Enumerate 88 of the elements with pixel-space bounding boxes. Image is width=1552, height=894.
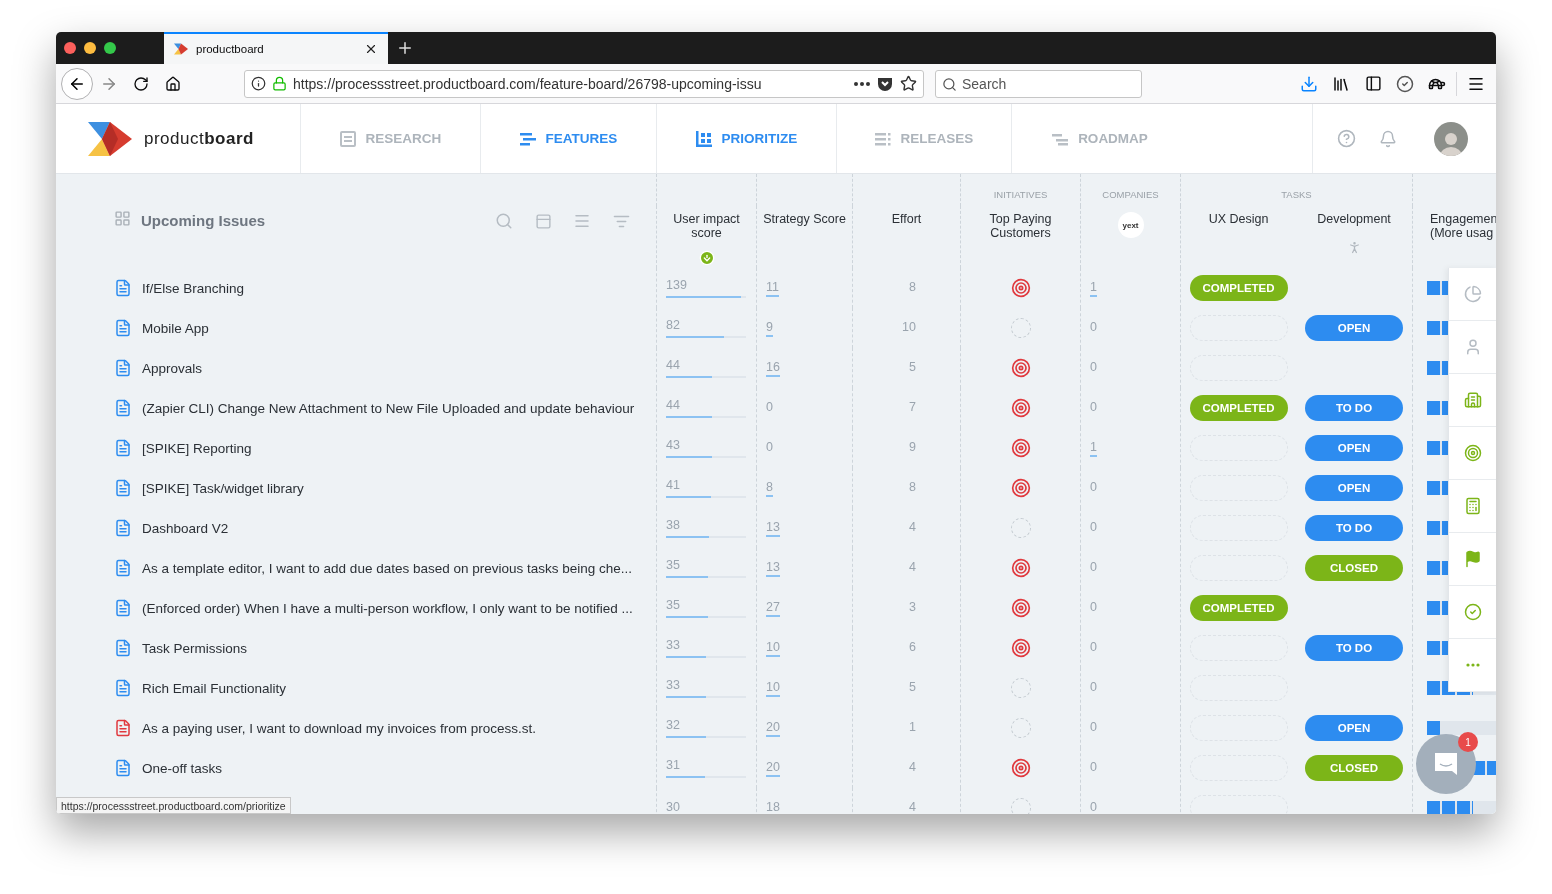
score-value: 11 xyxy=(766,279,779,297)
score-value: 10 xyxy=(766,639,780,657)
effort-value: 10 xyxy=(902,319,916,336)
browser-tab[interactable]: productboard xyxy=(164,32,388,64)
company-count: 0 xyxy=(1090,399,1097,416)
feature-name[interactable]: (Enforced order) When I have a multi-person workflow, I only want to be notified ... xyxy=(142,600,633,616)
company-count: 0 xyxy=(1090,599,1097,616)
company-count: 0 xyxy=(1090,319,1097,336)
effort-value: 1 xyxy=(909,719,916,736)
column-title[interactable]: Top Paying Customers xyxy=(961,212,1080,240)
column-title[interactable]: Strategy Score xyxy=(763,212,846,226)
feature-name[interactable]: If/Else Branching xyxy=(142,280,245,296)
feature-name[interactable]: [SPIKE] Task/widget library xyxy=(142,480,304,496)
search-field[interactable]: Search xyxy=(935,69,1142,98)
score-value: 41 xyxy=(666,478,680,494)
feature-name[interactable]: As a paying user, I want to download my invoices from process.st. xyxy=(142,720,536,736)
company-count: 0 xyxy=(1090,799,1097,814)
column-title[interactable]: User impact score xyxy=(657,212,756,240)
group-label: INITIATIVES xyxy=(993,188,1048,200)
column-title[interactable]: Engagemen (More usag xyxy=(1413,212,1496,240)
effort-value: 9 xyxy=(909,439,916,456)
company-count: 0 xyxy=(1090,719,1097,736)
score-value: 43 xyxy=(666,438,680,454)
score-value: 0 xyxy=(766,399,773,416)
company-count: 0 xyxy=(1090,639,1097,656)
feature-name[interactable]: Mobile App xyxy=(142,320,209,336)
score-value: 20 xyxy=(766,719,780,737)
group-label: COMPANIES xyxy=(1102,188,1159,200)
feature-name[interactable]: [SPIKE] Reporting xyxy=(142,440,252,456)
tab-title: productboard xyxy=(196,43,265,55)
effort-value: 3 xyxy=(909,599,916,616)
group-label: TASKS xyxy=(1281,188,1312,200)
column-title[interactable]: Effort xyxy=(891,212,922,226)
effort-value: 8 xyxy=(909,479,916,496)
feature-name[interactable]: One-off tasks xyxy=(142,760,223,776)
score-value: 18 xyxy=(766,799,780,814)
company-count: 0 xyxy=(1090,359,1097,376)
score-value: 32 xyxy=(666,718,680,734)
company-count: 0 xyxy=(1090,559,1097,576)
score-value: 27 xyxy=(766,599,780,617)
board-title: Upcoming Issues xyxy=(141,211,267,231)
company-count: 0 xyxy=(1090,759,1097,776)
feature-name[interactable]: As a template editor, I want to add due dates based on previous tasks being che... xyxy=(142,560,633,576)
score-value: 82 xyxy=(666,318,680,334)
effort-value: 6 xyxy=(909,639,916,656)
score-value: 30 xyxy=(666,799,680,814)
url-text: https://processstreet.productboard.com/feature-board/26798-upcoming-issu xyxy=(293,75,763,92)
feature-name[interactable]: Approvals xyxy=(142,360,203,376)
effort-value: 5 xyxy=(909,679,916,696)
score-value: 20 xyxy=(766,759,780,777)
score-value: 35 xyxy=(666,558,680,574)
effort-value: 5 xyxy=(909,359,916,376)
feature-name[interactable]: Task Permissions xyxy=(142,640,248,656)
effort-value: 4 xyxy=(909,519,916,536)
score-value: 9 xyxy=(766,319,773,337)
score-value: 44 xyxy=(666,398,680,414)
effort-value: 4 xyxy=(909,799,916,814)
column-title[interactable]: UX Design xyxy=(1208,212,1269,226)
score-value: 0 xyxy=(766,439,773,456)
score-value: 13 xyxy=(766,559,780,577)
status-url: https://processstreet.productboard.com/prioritize xyxy=(56,797,291,814)
score-value: 35 xyxy=(666,598,680,614)
effort-value: 4 xyxy=(909,759,916,776)
effort-value: 7 xyxy=(909,399,916,416)
column-title[interactable]: Development xyxy=(1317,212,1391,226)
effort-value: 8 xyxy=(909,279,916,296)
score-value: 33 xyxy=(666,678,680,694)
score-value: 31 xyxy=(666,758,680,774)
score-value: 13 xyxy=(766,519,780,537)
company-logo: yext xyxy=(1117,212,1144,238)
company-count: 1 xyxy=(1090,279,1097,297)
company-count: 0 xyxy=(1090,519,1097,536)
feature-name[interactable]: Dashboard V2 xyxy=(142,520,229,536)
score-value: 38 xyxy=(666,518,680,534)
feature-name[interactable]: Rich Email Functionality xyxy=(142,680,287,696)
score-value: 44 xyxy=(666,358,680,374)
company-count: 1 xyxy=(1090,439,1097,457)
brand-name: productboard xyxy=(144,128,254,149)
score-value: 139 xyxy=(666,278,687,294)
score-value: 16 xyxy=(766,359,780,377)
effort-value: 4 xyxy=(909,559,916,576)
address-field[interactable]: https://processstreet.productboard.com/feature-board/26798-upcoming-issu xyxy=(244,69,924,98)
score-value: 8 xyxy=(766,479,773,497)
score-value: 33 xyxy=(666,638,680,654)
score-value: 10 xyxy=(766,679,780,697)
company-count: 0 xyxy=(1090,679,1097,696)
company-count: 0 xyxy=(1090,479,1097,496)
feature-name[interactable]: (Zapier CLI) Change New Attachment to New File Uploaded and update behaviour xyxy=(142,400,635,416)
